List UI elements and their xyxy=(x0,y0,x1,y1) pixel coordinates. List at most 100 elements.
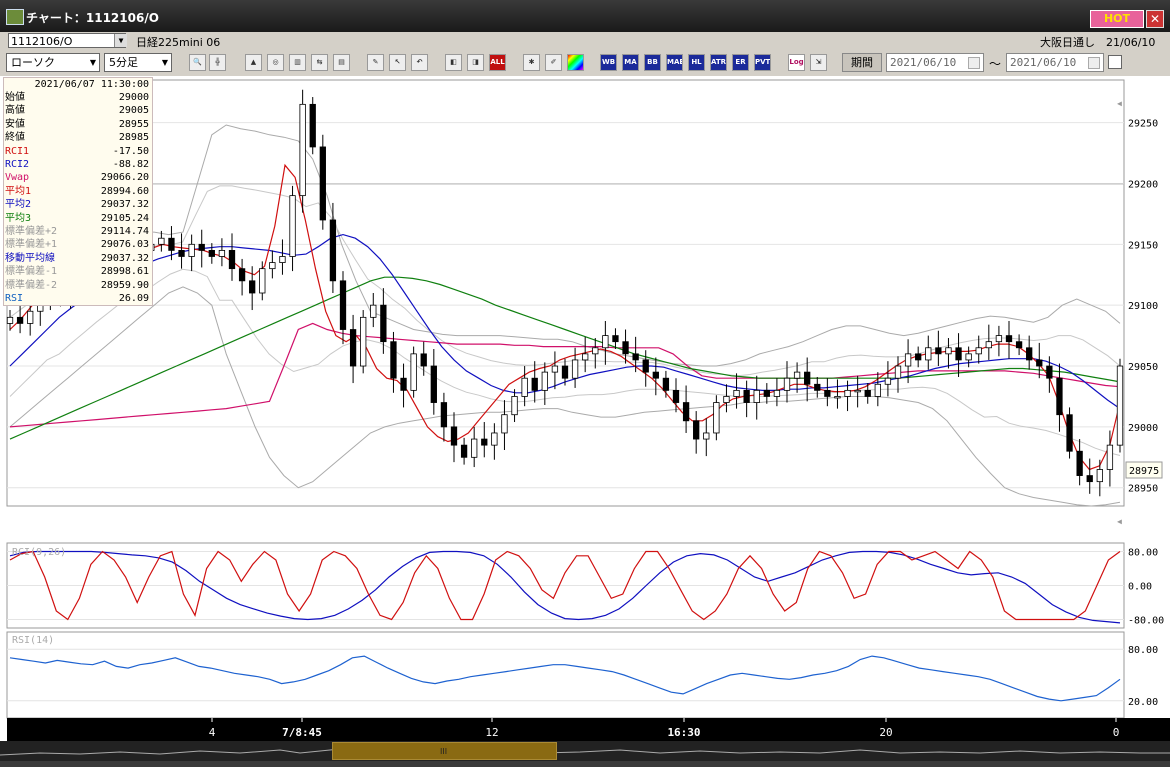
atr-button[interactable]: ATR xyxy=(710,54,727,71)
mae-button[interactable]: MAE xyxy=(666,54,683,71)
candle-body xyxy=(693,420,700,440)
period-button[interactable]: 期間 xyxy=(842,53,882,72)
info-value: 29076.03 xyxy=(100,239,149,251)
candle-body xyxy=(1066,414,1073,452)
price-tick-label: 28950 xyxy=(1128,484,1158,495)
zoom-icon[interactable]: 🔍 xyxy=(189,54,206,71)
period-checkbox[interactable] xyxy=(1108,55,1122,69)
time-tick-label: 16:30 xyxy=(667,726,700,739)
instrument-name: 日経225mini 06 xyxy=(136,36,221,49)
info-value: 29037.32 xyxy=(100,199,149,211)
candle-body xyxy=(511,396,518,416)
info-label: RCI1 xyxy=(5,145,30,157)
info-row: 始値 29000 xyxy=(5,91,150,104)
chevron-down-icon: ▼ xyxy=(161,58,169,67)
candle-right-icon[interactable]: ◨ xyxy=(467,54,484,71)
lock-icon[interactable]: ▤ xyxy=(333,54,350,71)
info-value: 29000 xyxy=(118,92,149,103)
candle-body xyxy=(925,347,932,361)
candle-body xyxy=(450,426,458,446)
candle-body xyxy=(349,329,357,367)
cursor-icon[interactable]: ↖ xyxy=(389,54,406,71)
calendar-icon[interactable] xyxy=(968,57,980,69)
candle-body xyxy=(935,347,942,355)
chart-app-icon xyxy=(6,9,24,25)
all-button[interactable]: ALL xyxy=(489,54,506,71)
candle-body xyxy=(915,353,922,361)
export-icon[interactable]: ⇲ xyxy=(810,54,827,71)
info-label: 平均3 xyxy=(5,212,32,224)
undo-icon[interactable]: ↶ xyxy=(411,54,428,71)
time-tick-label: 4 xyxy=(209,726,216,739)
candle-body xyxy=(773,389,781,397)
candle-body xyxy=(259,268,266,294)
brush-icon[interactable]: ✐ xyxy=(545,54,562,71)
magnify-icon[interactable]: ◎ xyxy=(267,54,284,71)
indicator-icon[interactable]: ⇆ xyxy=(311,54,328,71)
date-from-field[interactable]: 2021/06/10 xyxy=(886,53,984,72)
candle-body xyxy=(491,432,498,446)
chart-type-select[interactable]: ローソク ▼ xyxy=(6,53,100,72)
candle-tool-icon[interactable]: ▲ xyxy=(245,54,262,71)
info-label: 標準偏差+1 xyxy=(5,239,58,251)
candle-body xyxy=(249,280,256,294)
symbol-bar: 1112106/O ▼ 日経225mini 06 大阪日通し 21/06/10 xyxy=(0,32,1170,50)
hl-button[interactable]: HL xyxy=(688,54,705,71)
wb-button[interactable]: WB xyxy=(600,54,617,71)
candle-body xyxy=(1026,347,1033,361)
time-tick-label: 0 xyxy=(1113,726,1120,739)
candle-body xyxy=(27,310,34,324)
bar-chart-icon[interactable]: ▥ xyxy=(289,54,306,71)
candle-body xyxy=(228,249,236,270)
window-title: チャート：1112106/O xyxy=(26,11,159,25)
calendar-icon[interactable] xyxy=(1088,57,1100,69)
info-value: 29037.32 xyxy=(100,252,149,264)
info-value: -88.82 xyxy=(112,159,149,170)
er-button[interactable]: ER xyxy=(732,54,749,71)
timestamp-value: 2021/06/07 11:30:00 xyxy=(34,79,149,90)
pen-icon[interactable]: ✎ xyxy=(367,54,384,71)
candle-body xyxy=(430,365,437,403)
candle-body xyxy=(471,438,478,458)
candle-body xyxy=(814,383,821,391)
symbol-input[interactable]: 1112106/O xyxy=(8,33,126,48)
pvt-button[interactable]: PVT xyxy=(754,54,771,71)
rci-tick-label: -80.00 xyxy=(1128,616,1164,627)
settings-icon[interactable]: ✱ xyxy=(523,54,540,71)
candle-body xyxy=(703,432,710,440)
candle-body xyxy=(743,389,750,403)
chevron-down-icon[interactable]: ▼ xyxy=(114,34,127,47)
time-scrollbar[interactable] xyxy=(0,741,1170,761)
candle-body xyxy=(400,377,407,391)
candle-body xyxy=(6,316,14,324)
candle-body xyxy=(632,353,639,361)
hot-button[interactable]: HOT xyxy=(1090,10,1144,28)
bb-button[interactable]: BB xyxy=(644,54,661,71)
candle-body xyxy=(158,237,165,245)
candle-body xyxy=(965,353,972,361)
candle-body xyxy=(390,341,397,379)
candle-body xyxy=(1076,450,1083,476)
candle-body xyxy=(521,377,528,397)
info-value: 28985 xyxy=(118,132,149,144)
candle-body xyxy=(985,341,992,349)
candle-body xyxy=(541,371,548,391)
close-icon[interactable]: ✕ xyxy=(1146,10,1164,28)
info-row: 標準偏差+2 29114.74 xyxy=(5,225,150,238)
candle-body xyxy=(1106,444,1114,470)
log-button[interactable]: Log xyxy=(788,54,805,71)
crosshair-icon[interactable]: ╬ xyxy=(209,54,226,71)
ma-button[interactable]: MA xyxy=(622,54,639,71)
candle-left-icon[interactable]: ◧ xyxy=(445,54,462,71)
candle-body xyxy=(783,377,791,391)
date-to-field[interactable]: 2021/06/10 xyxy=(1006,53,1104,72)
chart-area[interactable]: 29250 29200 29150 29100 29050 29000 28950 ◀ ◀ 4 7/… xyxy=(0,76,1170,746)
color-palette-icon[interactable] xyxy=(567,54,584,71)
info-label: Vwap xyxy=(5,172,30,184)
interval-select[interactable]: 5分足 ▼ xyxy=(104,53,172,72)
info-row: 終値 28985 xyxy=(5,131,150,144)
chart-canvas[interactable]: 29250 29200 29150 29100 29050 29000 28950 ◀ ◀ 4 7/… xyxy=(0,76,1170,746)
candle-body xyxy=(481,438,488,446)
info-label: 始値 xyxy=(5,92,25,103)
candle-body xyxy=(501,414,508,434)
